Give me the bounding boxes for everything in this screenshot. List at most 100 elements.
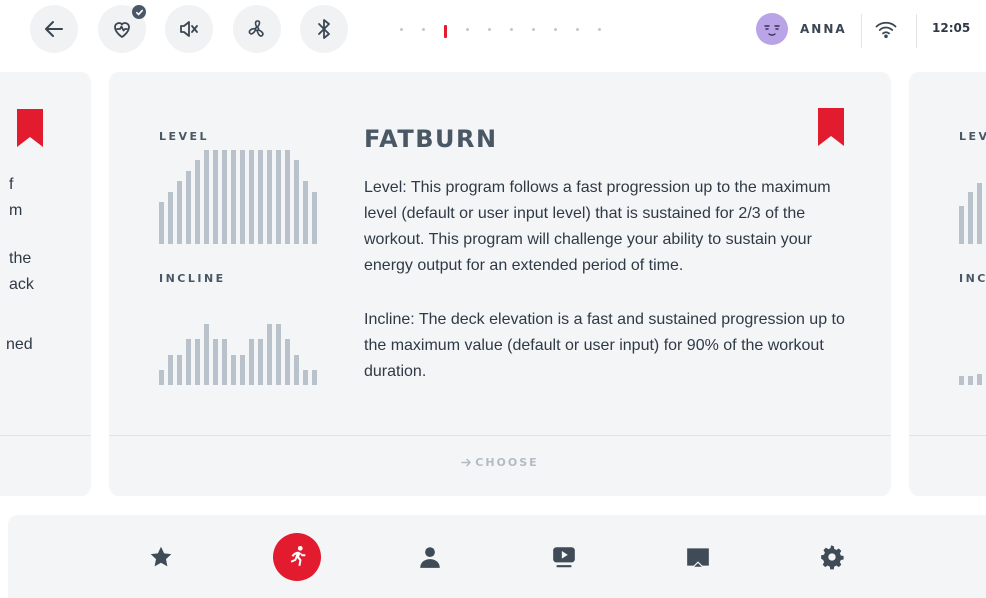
choose-label: CHOOSE bbox=[475, 456, 539, 469]
level-bar bbox=[177, 181, 182, 244]
sound-button[interactable] bbox=[165, 5, 213, 53]
star-icon bbox=[150, 546, 172, 567]
level-profile-chart bbox=[959, 150, 986, 244]
bookmark-icon[interactable] bbox=[17, 109, 43, 147]
heart-rate-button[interactable] bbox=[98, 5, 146, 53]
program-title: FATBURN bbox=[364, 125, 498, 153]
fan-button[interactable] bbox=[233, 5, 281, 53]
level-bar bbox=[258, 150, 263, 244]
page-indicator[interactable] bbox=[400, 25, 610, 38]
heart-rate-icon bbox=[114, 22, 130, 38]
level-bar bbox=[240, 150, 245, 244]
page-dot[interactable] bbox=[598, 28, 601, 31]
level-bar bbox=[231, 150, 236, 244]
incline-bar bbox=[959, 375, 964, 385]
nav-profile[interactable] bbox=[406, 533, 454, 581]
page-dot[interactable] bbox=[422, 28, 425, 31]
incline-bar bbox=[195, 339, 200, 385]
level-bar bbox=[186, 170, 191, 244]
nav-cast[interactable] bbox=[674, 533, 722, 581]
page-dot[interactable] bbox=[488, 28, 491, 31]
nav-programs[interactable] bbox=[273, 533, 321, 581]
incline-bar bbox=[213, 339, 218, 385]
incline-bar bbox=[267, 324, 272, 385]
fan-icon bbox=[248, 20, 264, 37]
nav-settings[interactable] bbox=[808, 533, 856, 581]
sound-off-icon bbox=[180, 21, 198, 37]
avatar bbox=[756, 13, 788, 45]
program-card-fatburn[interactable]: LEVEL INCLINE FATBURN Level: This progra… bbox=[109, 72, 891, 496]
nav-favorites[interactable] bbox=[137, 533, 185, 581]
incline-bar bbox=[186, 339, 191, 385]
back-arrow-icon bbox=[45, 21, 63, 37]
incline-profile-chart bbox=[159, 324, 329, 385]
user-name: ANNA bbox=[800, 22, 847, 36]
clock: 12:05 bbox=[932, 21, 971, 35]
level-bar bbox=[285, 150, 290, 244]
incline-label: INCLINE bbox=[159, 272, 226, 285]
page-dot[interactable] bbox=[554, 28, 557, 31]
incline-bar bbox=[294, 354, 299, 385]
level-bar bbox=[959, 206, 964, 244]
cast-icon bbox=[687, 548, 709, 567]
level-bar bbox=[222, 150, 227, 244]
incline-bar bbox=[204, 324, 209, 385]
level-label: LEVEL bbox=[159, 130, 210, 143]
level-bar bbox=[204, 150, 209, 244]
program-card-previous[interactable]: f m the ack ned bbox=[0, 72, 91, 496]
incline-bar bbox=[312, 369, 317, 385]
nav-videos[interactable] bbox=[540, 533, 588, 581]
level-description: Level: This program follows a fast progr… bbox=[364, 179, 831, 274]
incline-bar bbox=[285, 339, 290, 385]
video-icon bbox=[553, 547, 575, 568]
incline-bar bbox=[177, 354, 182, 385]
incline-bar bbox=[159, 369, 164, 385]
divider bbox=[861, 14, 862, 48]
top-bar: ANNA 12:05 bbox=[0, 0, 986, 60]
bookmark-icon[interactable] bbox=[818, 108, 844, 146]
level-profile-chart bbox=[159, 150, 329, 244]
back-button[interactable] bbox=[30, 5, 78, 53]
level-bar bbox=[159, 202, 164, 244]
text-fragment: ned bbox=[6, 336, 33, 353]
program-card-next[interactable]: LEV INC bbox=[909, 72, 986, 496]
divider bbox=[916, 14, 917, 48]
text-fragment: the bbox=[9, 250, 32, 267]
user-icon bbox=[420, 547, 440, 568]
incline-bar bbox=[240, 354, 245, 385]
incline-bar bbox=[231, 354, 236, 385]
page-dot-active[interactable] bbox=[444, 25, 447, 38]
avatar-face-icon bbox=[764, 25, 780, 36]
page-dot[interactable] bbox=[532, 28, 535, 31]
card-divider bbox=[909, 435, 986, 436]
level-bar bbox=[294, 160, 299, 244]
incline-bar bbox=[276, 324, 281, 385]
incline-description: Incline: The deck elevation is a fast an… bbox=[364, 311, 845, 380]
level-bar bbox=[303, 181, 308, 244]
level-bar bbox=[312, 191, 317, 244]
incline-bar bbox=[968, 375, 973, 385]
page-dot[interactable] bbox=[576, 28, 579, 31]
incline-bar bbox=[249, 339, 254, 385]
incline-label: INC bbox=[959, 272, 986, 285]
incline-profile-chart bbox=[959, 362, 986, 385]
wifi-icon bbox=[875, 21, 897, 38]
page-dot[interactable] bbox=[466, 28, 469, 31]
page-dot[interactable] bbox=[510, 28, 513, 31]
text-fragment: m bbox=[9, 202, 23, 219]
incline-bar bbox=[222, 339, 227, 385]
bluetooth-button[interactable] bbox=[300, 5, 348, 53]
incline-bar bbox=[977, 373, 982, 385]
text-fragment: f bbox=[9, 176, 14, 193]
incline-bar bbox=[258, 339, 263, 385]
level-bar bbox=[195, 160, 200, 244]
user-profile[interactable]: ANNA bbox=[756, 13, 847, 45]
text-fragment: ack bbox=[9, 276, 34, 293]
card-divider bbox=[0, 435, 91, 436]
connected-badge-icon bbox=[132, 5, 146, 19]
bluetooth-icon bbox=[318, 19, 330, 39]
page-dot[interactable] bbox=[400, 28, 403, 31]
choose-button[interactable]: CHOOSE bbox=[109, 456, 891, 469]
card-divider bbox=[109, 435, 891, 436]
running-icon bbox=[290, 545, 306, 566]
